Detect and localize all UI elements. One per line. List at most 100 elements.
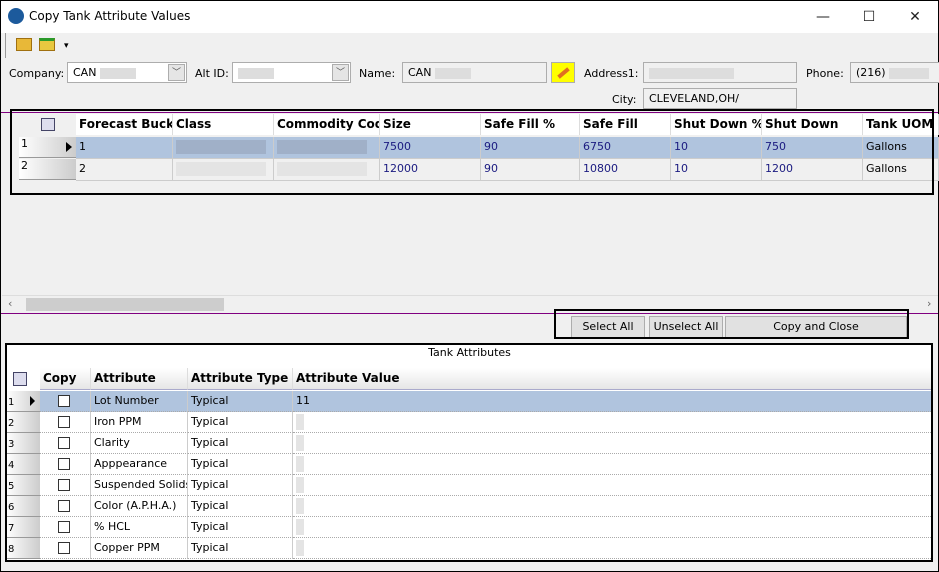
copy-and-close-button[interactable]: Copy and Close [725, 316, 907, 338]
attribute-cell: Clarity [91, 433, 188, 454]
column-header[interactable]: Commodity Code [274, 114, 380, 135]
table-cell[interactable]: Gallons [863, 159, 939, 181]
table-cell[interactable]: 90 [481, 159, 580, 181]
edit-button[interactable] [551, 62, 575, 83]
column-header[interactable]: Forecast Bucke [76, 114, 173, 135]
table-cell[interactable]: 6750 [580, 137, 671, 159]
folder-open-icon[interactable] [16, 38, 32, 51]
window-title: Copy Tank Attribute Values [29, 9, 191, 23]
city-field[interactable]: CLEVELAND,OH/ [643, 88, 797, 109]
scroll-left-icon[interactable]: ‹ [8, 297, 12, 310]
table-cell[interactable] [173, 137, 274, 159]
row-header[interactable]: 1 [19, 137, 76, 158]
row-header[interactable]: 1 [6, 391, 40, 412]
table-cell[interactable]: 1200 [762, 159, 863, 181]
column-header[interactable]: Attribute Value [293, 368, 933, 390]
table-cell[interactable]: 10 [671, 137, 762, 159]
minimize-button[interactable]: — [800, 1, 846, 33]
maximize-button[interactable]: ☐ [846, 1, 892, 33]
attribute-value-cell[interactable] [293, 412, 933, 433]
attribute-value-cell[interactable] [293, 538, 933, 559]
copy-checkbox[interactable] [58, 416, 70, 428]
attribute-value-cell[interactable] [293, 433, 933, 454]
toolbar-overflow-button[interactable]: ▾ [64, 41, 69, 51]
row-header[interactable]: 2 [19, 159, 76, 180]
column-header[interactable]: Class [173, 114, 274, 135]
table-cell[interactable]: 2 [76, 159, 173, 181]
attribute-type-cell: Typical [188, 391, 293, 412]
attribute-value-cell[interactable] [293, 454, 933, 475]
copy-checkbox[interactable] [58, 437, 70, 449]
copy-cell [40, 412, 91, 433]
column-header[interactable]: Attribute Type [188, 368, 293, 390]
column-header[interactable]: Safe Fill [580, 114, 671, 135]
altid-combo[interactable]: ﹀ [232, 62, 351, 83]
column-header[interactable]: Tank UOM [863, 114, 939, 135]
copy-checkbox[interactable] [58, 521, 70, 533]
row-header[interactable]: 5 [6, 475, 40, 496]
attribute-value-cell[interactable] [293, 475, 933, 496]
table-cell[interactable]: Gallons [863, 137, 939, 159]
splitter[interactable] [1, 112, 938, 113]
column-header[interactable]: Copy [40, 368, 91, 390]
table-cell[interactable]: 7500 [380, 137, 481, 159]
scroll-thumb[interactable] [26, 298, 224, 311]
select-all-button[interactable]: Select All [571, 316, 645, 338]
copy-cell [40, 517, 91, 538]
column-header[interactable]: Attribute [91, 368, 188, 390]
row-header[interactable]: 8 [6, 538, 40, 559]
table-cell[interactable]: 12000 [380, 159, 481, 181]
phone-field[interactable]: (216) [850, 62, 939, 83]
address-field[interactable] [643, 62, 797, 83]
attribute-type-cell: Typical [188, 454, 293, 475]
table-cell[interactable]: 10 [671, 159, 762, 181]
unselect-all-button[interactable]: Unselect All [649, 316, 723, 338]
chevron-down-icon[interactable]: ﹀ [168, 64, 185, 81]
attribute-value-cell[interactable] [293, 496, 933, 517]
copy-checkbox[interactable] [58, 479, 70, 491]
copy-cell [40, 496, 91, 517]
column-chooser-icon[interactable] [13, 372, 27, 386]
copy-checkbox[interactable] [58, 458, 70, 470]
table-cell[interactable]: 750 [762, 137, 863, 159]
column-header[interactable]: Safe Fill % [481, 114, 580, 135]
company-combo[interactable]: CAN ﹀ [67, 62, 187, 83]
row-header[interactable]: 2 [6, 412, 40, 433]
splitter[interactable] [1, 313, 938, 314]
name-label: Name: [359, 67, 396, 80]
row-header[interactable]: 3 [6, 433, 40, 454]
attribute-cell: Copper PPM [91, 538, 188, 559]
redacted-value [296, 540, 304, 556]
attribute-cell: % HCL [91, 517, 188, 538]
column-header[interactable]: Size [380, 114, 481, 135]
table-cell[interactable] [274, 137, 380, 159]
redacted-value [296, 414, 304, 430]
scroll-right-icon[interactable]: › [927, 297, 931, 310]
column-header[interactable]: Shut Down % [671, 114, 762, 135]
name-field[interactable]: CAN [402, 62, 547, 83]
table-cell[interactable]: 10800 [580, 159, 671, 181]
table-cell[interactable] [274, 159, 380, 181]
redacted-value [296, 477, 304, 493]
table-cell[interactable] [173, 159, 274, 181]
table-cell[interactable]: 90 [481, 137, 580, 159]
copy-cell [40, 433, 91, 454]
copy-checkbox[interactable] [58, 542, 70, 554]
row-header[interactable]: 6 [6, 496, 40, 517]
row-header[interactable]: 4 [6, 454, 40, 475]
row-header[interactable]: 7 [6, 517, 40, 538]
horizontal-scrollbar[interactable]: ‹ › [2, 295, 938, 312]
column-chooser-icon[interactable] [41, 118, 55, 131]
copy-checkbox[interactable] [58, 500, 70, 512]
attribute-type-cell: Typical [188, 538, 293, 559]
close-button[interactable]: ✕ [892, 1, 938, 33]
attribute-value-cell[interactable]: 11 [293, 391, 933, 412]
table-cell[interactable]: 1 [76, 137, 173, 159]
copy-checkbox[interactable] [58, 395, 70, 407]
column-header[interactable]: Shut Down [762, 114, 863, 135]
attribute-cell: Lot Number [91, 391, 188, 412]
folder-up-icon[interactable] [39, 38, 55, 51]
chevron-down-icon[interactable]: ﹀ [332, 64, 349, 81]
attribute-cell: Apppearance [91, 454, 188, 475]
attribute-value-cell[interactable] [293, 517, 933, 538]
